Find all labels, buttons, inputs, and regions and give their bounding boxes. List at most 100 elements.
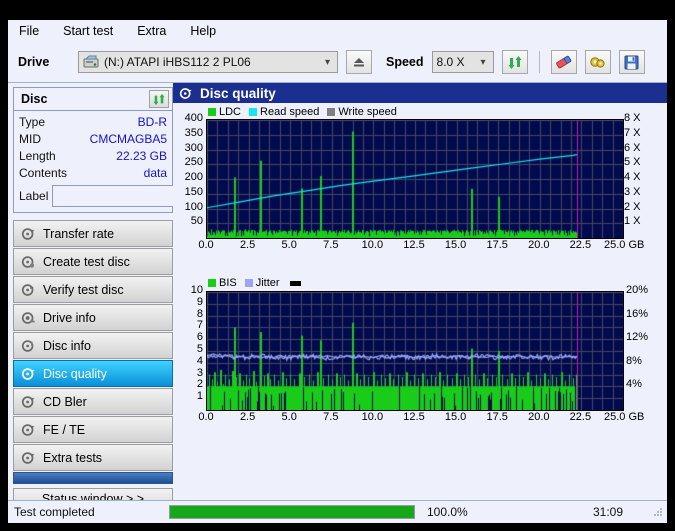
disc-row-key: Contents [19, 165, 67, 182]
disc-verify-icon [21, 283, 36, 297]
eraser-icon [555, 55, 573, 70]
axis-tick-label: 1 [171, 390, 203, 402]
axis-tick-label: 3 [171, 367, 203, 379]
sidebar-item-label: Drive info [43, 311, 96, 325]
axis-tick-label: 20.0 [521, 239, 557, 251]
axis-tick-label: 2 X [624, 201, 658, 213]
axis-tick-label: 5 X [624, 156, 658, 168]
resize-grip-icon[interactable] [652, 506, 664, 518]
legend-swatch [327, 108, 335, 116]
sidebar-item-label: Disc quality [43, 367, 107, 381]
sidebar-item-transfer-rate[interactable]: Transfer rate [13, 220, 173, 247]
disc-row-value: CMCMAGBA5 [90, 131, 167, 148]
menu-item-start-test[interactable]: Start test [60, 23, 116, 39]
axis-tick-label: 17.5 [479, 411, 515, 423]
sidebar-item-fe-te[interactable]: FE / TE [13, 416, 173, 443]
app-window: File Start test Extra Help Drive (N:) AT… [8, 20, 667, 523]
disc-row-value: BD-R [138, 114, 167, 131]
axis-tick-label: 4 [171, 355, 203, 367]
fe-te-icon [21, 423, 36, 437]
main-body: Disc Type BD-R MID CMCMAGBA5 Length 22.2… [8, 83, 667, 523]
menu-item-help[interactable]: Help [187, 23, 219, 39]
erase-button[interactable] [551, 50, 577, 74]
drive-select[interactable]: (N:) ATAPI iHBS112 2 PL06 ▾ [78, 51, 338, 73]
page-title: Disc quality [200, 86, 276, 101]
sidebar-item-cd-bler[interactable]: CD Bler [13, 388, 173, 415]
sidebar-item-label: Disc info [43, 339, 91, 353]
axis-tick-label: 250 [171, 156, 203, 168]
axis-tick-label: 8 X [624, 112, 658, 124]
sidebar-item-verify-test-disc[interactable]: Verify test disc [13, 276, 173, 303]
chart-legend-bottom: BIS Jitter [206, 277, 303, 289]
axis-tick-label: 9 [171, 296, 203, 308]
eject-button[interactable] [346, 50, 372, 74]
axis-tick-label: 1 X [624, 215, 658, 227]
axis-tick-label: 10 [171, 284, 203, 296]
disc-transfer-icon [21, 227, 36, 241]
legend-entry-ldc: LDC [208, 106, 241, 118]
save-button[interactable] [619, 50, 645, 74]
disc-row-type: Type BD-R [19, 114, 167, 131]
sidebar-item-extra-tests[interactable]: Extra tests [13, 444, 173, 471]
menu-item-file[interactable]: File [16, 23, 42, 39]
axis-tick-label: 25.0 GB [604, 239, 640, 251]
speed-label: Speed [386, 55, 424, 69]
axis-tick-label: 20% [626, 284, 662, 296]
chevron-down-icon: ▾ [475, 57, 490, 68]
disc-row-key: MID [19, 131, 41, 148]
axis-tick-label: 22.5 [562, 239, 598, 251]
chart-plot-bottom[interactable] [206, 291, 624, 411]
axis-tick-label: 7.5 [313, 411, 349, 423]
disc-panel-header: Disc [14, 88, 172, 111]
disc-label-caption: Label [19, 189, 48, 203]
disc-row-key: Type [19, 114, 45, 131]
refresh-icon [507, 55, 523, 70]
axis-tick-label: 6 [171, 331, 203, 343]
axis-tick-label: 7 X [624, 127, 658, 139]
axis-tick-label: 0.0 [188, 239, 224, 251]
sidebar-item-drive-info[interactable]: Drive info [13, 304, 173, 331]
sidebar-item-create-test-disc[interactable]: Create test disc [13, 248, 173, 275]
toolbar-separator [539, 51, 540, 73]
settings-button[interactable] [585, 50, 611, 74]
legend-label: LDC [219, 106, 241, 118]
axis-tick-label: 17.5 [479, 239, 515, 251]
disc-row-length: Length 22.23 GB [19, 148, 167, 165]
drive-toolbar: Drive (N:) ATAPI iHBS112 2 PL06 ▾ Speed … [8, 42, 667, 83]
disc-create-icon [21, 255, 36, 269]
axis-tick-label: 200 [171, 171, 203, 183]
legend-entry-bis: BIS [208, 277, 237, 289]
legend-entry-read-speed: Read speed [249, 106, 319, 118]
axis-tick-label: 4 X [624, 171, 658, 183]
axis-tick-label: 2 [171, 378, 203, 390]
disc-row-value: 22.23 GB [116, 148, 167, 165]
sidebar-item-disc-info[interactable]: Disc info [13, 332, 173, 359]
sidebar: Disc Type BD-R MID CMCMAGBA5 Length 22.2… [8, 83, 173, 523]
axis-tick-label: 10.0 [354, 411, 390, 423]
sidebar-item-disc-quality[interactable]: Disc quality [13, 360, 173, 387]
axis-tick-label: 10.0 [354, 239, 390, 251]
axis-tick-label: 15.0 [438, 411, 474, 423]
axis-tick-label: 0.0 [188, 411, 224, 423]
chart-plot-top[interactable] [206, 119, 624, 239]
save-icon [624, 55, 639, 70]
legend-marker-icon [290, 281, 301, 286]
sidebar-item-label: Transfer rate [43, 227, 114, 241]
speed-select[interactable]: 8.0 X ▾ [432, 51, 494, 73]
axis-tick-label: 400 [171, 112, 203, 124]
axis-tick-label: 12% [626, 331, 662, 343]
sidebar-item-label: Verify test disc [43, 283, 124, 297]
drive-icon [83, 55, 99, 69]
disc-panel-title: Disc [17, 92, 47, 106]
refresh-button[interactable] [502, 50, 528, 74]
axis-tick-label: 2.5 [230, 411, 266, 423]
disc-row-key: Length [19, 148, 56, 165]
disc-refresh-button[interactable] [149, 90, 169, 108]
axis-tick-label: 3 X [624, 186, 658, 198]
legend-label: Write speed [338, 106, 397, 118]
axis-tick-label: 2.5 [230, 239, 266, 251]
disc-panel: Disc Type BD-R MID CMCMAGBA5 Length 22.2… [13, 87, 173, 213]
menu-item-extra[interactable]: Extra [134, 23, 169, 39]
legend-label: Read speed [260, 106, 319, 118]
axis-tick-label: 5.0 [271, 411, 307, 423]
